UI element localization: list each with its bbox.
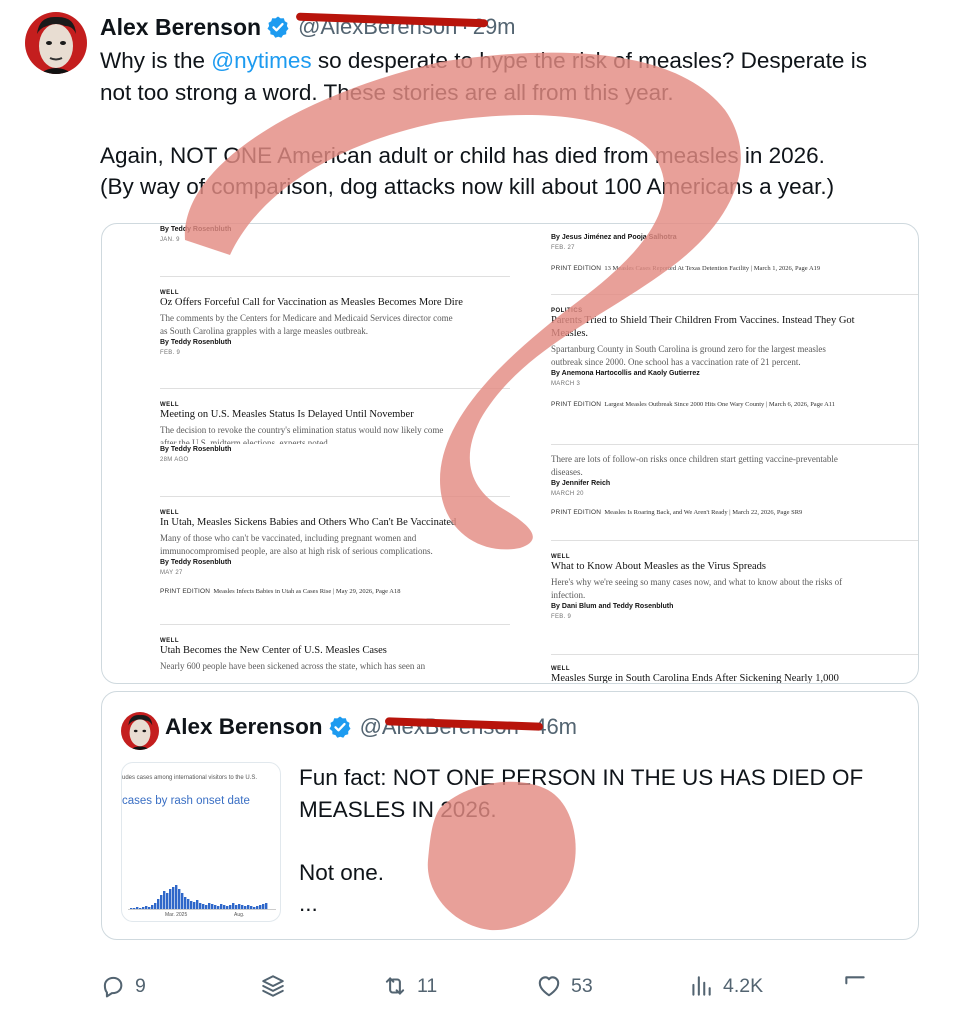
tweet-text: Why is the @nytimes so desperate to hype… [100,45,930,203]
thumbnail-bar [172,887,175,909]
thumbnail-bar [220,904,223,909]
mention-link[interactable]: @nytimes [211,48,311,73]
like-button[interactable]: 53 [536,966,593,1006]
thumbnail-bar [250,906,253,909]
thumbnail-bar [247,905,250,909]
verified-badge-icon [266,15,290,39]
thumbnail-bar [154,903,157,909]
article-item: WELL Meeting on U.S. Measles Status Is D… [160,402,510,463]
thumbnail-bar [223,905,226,909]
like-count: 53 [571,974,593,997]
heart-icon [538,976,560,997]
thumbnail-bar [226,906,229,909]
attached-image[interactable]: By Teddy Rosenbluth JAN. 9 WELL Oz Offer… [101,223,919,684]
article-headline: In Utah, Measles Sickens Babies and Othe… [160,517,457,528]
article-item: WELL In Utah, Measles Sickens Babies and… [160,510,510,595]
repost-icon [385,977,405,995]
thumbnail-bar [262,904,265,909]
grok-button[interactable] [260,966,286,1006]
quoted-tweet[interactable]: Alex Berenson @AlexBerenson · 46m udes c… [101,691,919,940]
article-headline: Measles Surge in South Carolina Ends Aft… [551,673,839,684]
view-count: 4.2K [723,974,764,997]
thumbnail-bar [253,907,256,909]
article-item: WELL Oz Offers Forceful Call for Vaccina… [160,290,510,356]
thumbnail-bar [166,893,169,909]
thumbnail-bar [238,904,241,909]
reply-icon [103,976,123,998]
thumbnail-bar [139,908,142,909]
thumbnail-bar [142,907,145,909]
thumbnail-bar [199,903,202,909]
repost-count: 11 [417,974,438,997]
thumbnail-bar [130,908,133,909]
article-headline: Oz Offers Forceful Call for Vaccination … [160,297,463,308]
article-headline: Meeting on U.S. Measles Status Is Delaye… [160,409,414,420]
thumbnail-axis-label: Aug. [234,912,245,918]
article-headline: What to Know About Measles as the Virus … [551,561,766,572]
thumbnail-bar [157,899,160,909]
thumbnail-bar [205,905,208,909]
thumbnail-bar [148,907,151,909]
thumbnail-bar [175,885,178,909]
thumbnail-bar [217,906,220,909]
article-headline: Parents Tried to Shield Their Children F… [551,315,855,339]
thumbnail-bar [208,903,211,909]
article-headline: Utah Becomes the New Center of U.S. Meas… [160,645,387,656]
views-icon [692,976,711,996]
views-button[interactable]: 4.2K [688,966,763,1006]
quoted-image-thumbnail[interactable]: udes cases among international visitors … [121,762,281,922]
thumbnail-bar [133,908,136,909]
thumbnail-chart [128,885,276,910]
thumbnail-bar [232,903,235,909]
thumbnail-bar [202,904,205,909]
thumbnail-axis-label: Mar. 2025 [165,912,188,918]
thumbnail-bar [211,904,214,909]
article-item: By Jesus Jiménez and Pooja Salhotra FEB.… [551,234,821,272]
thumbnail-bar [241,905,244,909]
thumbnail-bar [259,905,262,909]
thumbnail-bar [145,906,148,909]
tweet-line: (By way of comparison, dog attacks now k… [100,174,835,199]
article-item: There are lots of follow-on risks once c… [551,454,838,516]
thumbnail-bar [265,903,268,909]
tweet-actions: 9 11 53 4.2K [100,966,910,1006]
article-item: WELL Utah Becomes the New Center of U.S.… [160,638,510,673]
share-button[interactable] [842,966,868,1006]
article-item: By Teddy Rosenbluth JAN. 9 [160,226,232,243]
thumbnail-bar [187,899,190,909]
tweet-line: Again, NOT ONE American adult or child h… [100,142,825,168]
thumbnail-bar [181,893,184,909]
repost-button[interactable]: 11 [382,966,437,1006]
thumbnail-bar [169,889,172,909]
thumbnail-bar [214,905,217,909]
thumbnail-bar [163,891,166,909]
author-name[interactable]: Alex Berenson [100,14,261,41]
thumbnail-bar [178,889,181,909]
thumbnail-bar [184,897,187,909]
article-item: POLITICS Parents Tried to Shield Their C… [551,308,911,408]
avatar[interactable] [121,712,159,750]
share-icon [845,976,865,985]
quoted-tweet-text: Fun fact: NOT ONE PERSON IN THE US HAS D… [299,765,864,916]
reply-count: 9 [135,974,146,997]
thumbnail-bar [160,895,163,909]
stack-icon [262,975,284,997]
thumbnail-bar [229,905,232,909]
reply-button[interactable]: 9 [100,966,146,1006]
thumbnail-bar [151,905,154,909]
tweet-line: Why is the @nytimes so desperate to hype… [100,48,867,73]
avatar[interactable] [25,12,87,74]
thumbnail-bar [190,901,193,909]
thumbnail-bar [196,900,199,909]
thumbnail-bar [244,906,247,909]
article-item: WELL What to Know About Measles as the V… [551,554,911,620]
author-name: Alex Berenson [165,714,323,739]
tweet-line: not too strong a word. These stories are… [100,79,674,105]
thumbnail-bar [256,906,259,909]
verified-badge-icon [328,715,352,739]
thumbnail-bar [136,907,139,909]
thumbnail-bar [193,902,196,909]
article-item: WELL Measles Surge in South Carolina End… [551,666,911,684]
thumbnail-bar [235,905,238,909]
